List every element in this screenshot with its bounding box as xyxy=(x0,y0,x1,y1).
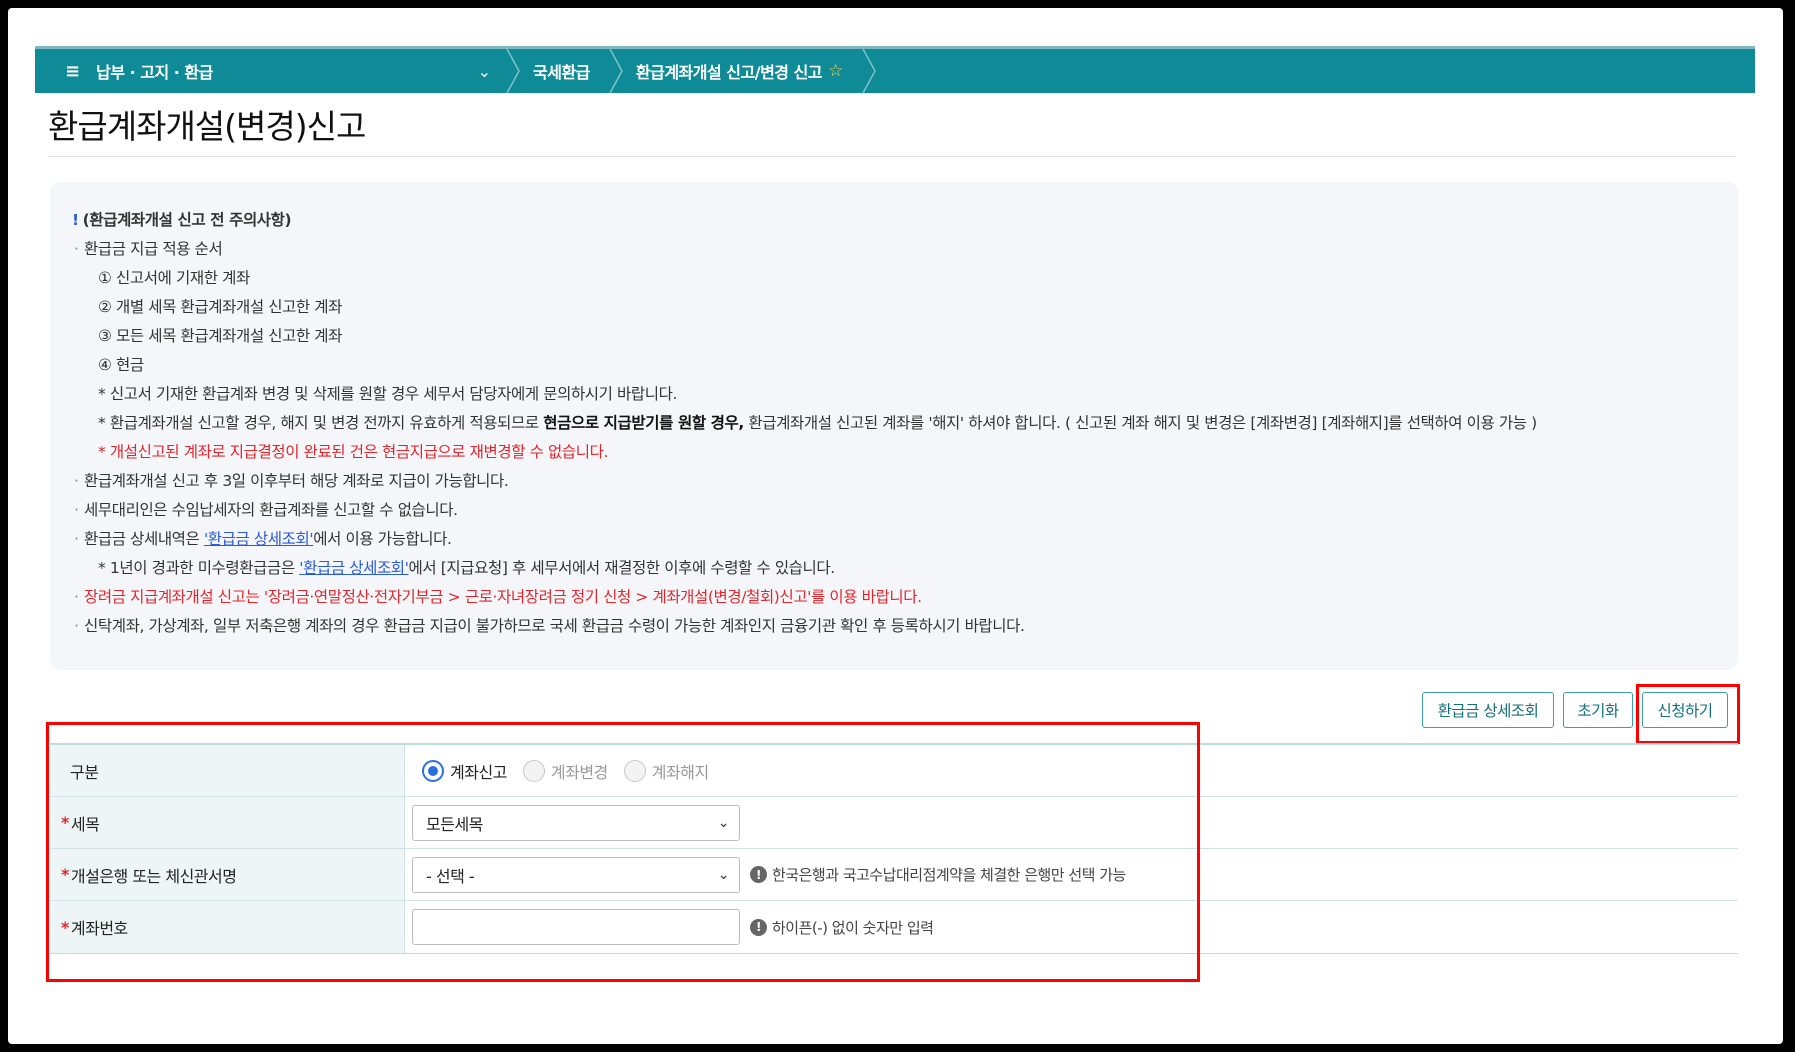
refund-detail-button[interactable]: 환급금 상세조회 xyxy=(1422,692,1554,728)
notice-item: 환급금 상세내역은 '환급금 상세조회'에서 이용 가능합니다. xyxy=(72,525,1714,554)
exclamation-icon: ! xyxy=(72,211,79,229)
notice-box: !(환급계좌개설 신고 전 주의사항) 환급금 지급 적용 순서 ① 신고서에 … xyxy=(50,182,1738,670)
breadcrumb-separator xyxy=(608,49,626,93)
notice-item: 환급계좌개설 신고 후 3일 이후부터 해당 계좌로 지급이 가능합니다. xyxy=(72,467,1714,496)
notice-subitem: ① 신고서에 기재한 계좌 xyxy=(98,269,250,287)
notice-subitem: ④ 현금 xyxy=(98,356,144,374)
breadcrumb-separator xyxy=(505,49,523,93)
notice-item-warning: 장려금 지급계좌개설 신고는 '장려금·연말정산·전자기부금 > 근로·자녀장려… xyxy=(72,583,1714,612)
title-divider xyxy=(48,156,1736,157)
top-navbar: ≡ 납부 · 고지 · 환급 ⌄ 국세환급 환급계좌개설 신고/변경 신고 ☆ xyxy=(35,46,1755,93)
reset-button[interactable]: 초기화 xyxy=(1563,692,1633,728)
nav-menu-dropdown[interactable]: ≡ 납부 · 고지 · 환급 ⌄ xyxy=(35,49,505,93)
notice-item: 세무대리인은 수임납세자의 환급계좌를 신고할 수 없습니다. xyxy=(72,496,1714,525)
notice-subitem: ③ 모든 세목 환급계좌개설 신고한 계좌 xyxy=(98,327,343,345)
notice-item: 신탁계좌, 가상계좌, 일부 저축은행 계좌의 경우 환급금 지급이 불가하므로… xyxy=(72,612,1714,641)
nav-menu-label: 납부 · 고지 · 환급 xyxy=(96,63,213,82)
hamburger-icon[interactable]: ≡ xyxy=(65,61,80,82)
star-icon[interactable]: ☆ xyxy=(828,61,843,81)
breadcrumb-item-refund[interactable]: 국세환급 xyxy=(523,49,608,93)
refund-detail-link[interactable]: '환급금 상세조회' xyxy=(204,530,314,548)
notice-heading: ! (환급계좌개설 신고 전 주의사항) xyxy=(72,211,292,229)
breadcrumb-item-current[interactable]: 환급계좌개설 신고/변경 신고 ☆ xyxy=(626,49,861,93)
notice-subitem: ② 개별 세목 환급계좌개설 신고한 계좌 xyxy=(98,298,343,316)
notice-note: * 환급계좌개설 신고할 경우, 해지 및 변경 전까지 유효하게 적용되므로 … xyxy=(98,414,1537,432)
notice-note-warning: * 개설신고된 계좌로 지급결정이 완료된 건은 현금지급으로 재변경할 수 없… xyxy=(98,443,609,461)
notice-note: * 신고서 기재한 환급계좌 변경 및 삭제를 원할 경우 세무서 담당자에게 … xyxy=(98,385,678,403)
highlight-box-apply xyxy=(1636,684,1740,744)
breadcrumb-label: 국세환급 xyxy=(533,63,590,82)
page-title: 환급계좌개설(변경)신고 xyxy=(48,107,366,146)
refund-detail-link[interactable]: '환급금 상세조회' xyxy=(299,559,409,577)
notice-item: 환급금 지급 적용 순서 xyxy=(72,235,1714,264)
chevron-down-icon[interactable]: ⌄ xyxy=(478,62,491,81)
breadcrumb-label: 환급계좌개설 신고/변경 신고 xyxy=(635,63,823,82)
browser-window: ≡ 납부 · 고지 · 환급 ⌄ 국세환급 환급계좌개설 신고/변경 신고 ☆ … xyxy=(8,8,1783,1044)
highlight-box-form xyxy=(46,722,1200,982)
breadcrumb-separator xyxy=(861,49,879,93)
notice-note: * 1년이 경과한 미수령환급금은 '환급금 상세조회'에서 [지급요청] 후 … xyxy=(98,559,835,577)
